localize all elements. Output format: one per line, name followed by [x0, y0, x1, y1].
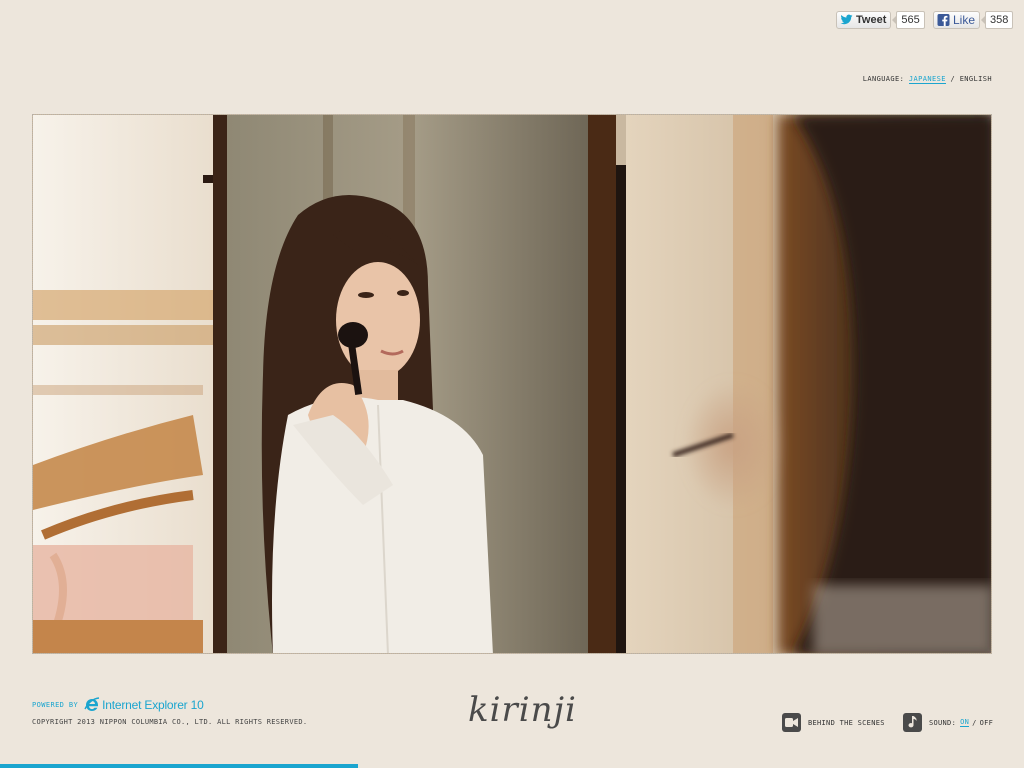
like-label: Like: [953, 13, 976, 27]
music-note-icon: [903, 713, 922, 732]
language-label: LANGUAGE:: [862, 75, 905, 83]
behind-the-scenes-label: BEHIND THE SCENES: [808, 718, 885, 727]
behind-the-scenes-link[interactable]: BEHIND THE SCENES: [782, 713, 885, 732]
sound-label: SOUND:: [929, 718, 957, 727]
twitter-bird-icon: [840, 14, 853, 25]
sound-toggle: SOUND: ON / OFF: [903, 713, 993, 732]
internet-explorer-icon: [84, 697, 100, 711]
video-camera-icon: [782, 713, 801, 732]
tweet-count: 565: [892, 11, 925, 29]
language-option-english[interactable]: ENGLISH: [960, 75, 992, 83]
facebook-icon: [937, 14, 950, 26]
video-frame-image: [33, 115, 991, 653]
sound-off-option[interactable]: OFF: [980, 719, 994, 727]
like-count: 358: [980, 11, 1014, 29]
kirinji-logo[interactable]: kirinji: [468, 690, 577, 730]
language-selector: LANGUAGE: JAPANESE / ENGLISH: [862, 75, 992, 84]
powered-by: POWERED BY Internet Explorer 10: [32, 697, 204, 713]
sound-on-option[interactable]: ON: [960, 718, 970, 727]
language-option-japanese[interactable]: JAPANESE: [908, 75, 946, 84]
video-player[interactable]: [32, 114, 992, 654]
ie-logo[interactable]: Internet Explorer 10: [84, 697, 204, 713]
progress-fill: [0, 764, 359, 768]
tweet-label: Tweet: [856, 14, 887, 26]
tweet-button[interactable]: Tweet: [836, 11, 892, 29]
powered-by-label: POWERED BY: [32, 701, 79, 709]
tweet-widget: Tweet 565: [836, 10, 925, 30]
like-button[interactable]: Like: [933, 11, 981, 29]
like-widget: Like 358: [933, 10, 1014, 30]
sound-separator: /: [972, 718, 977, 727]
progress-bar[interactable]: [0, 764, 1024, 768]
browser-name: Internet Explorer 10: [102, 698, 204, 712]
copyright-text: COPYRIGHT 2013 NIPPON COLUMBIA CO., LTD.…: [32, 718, 308, 726]
language-separator: /: [950, 75, 956, 83]
